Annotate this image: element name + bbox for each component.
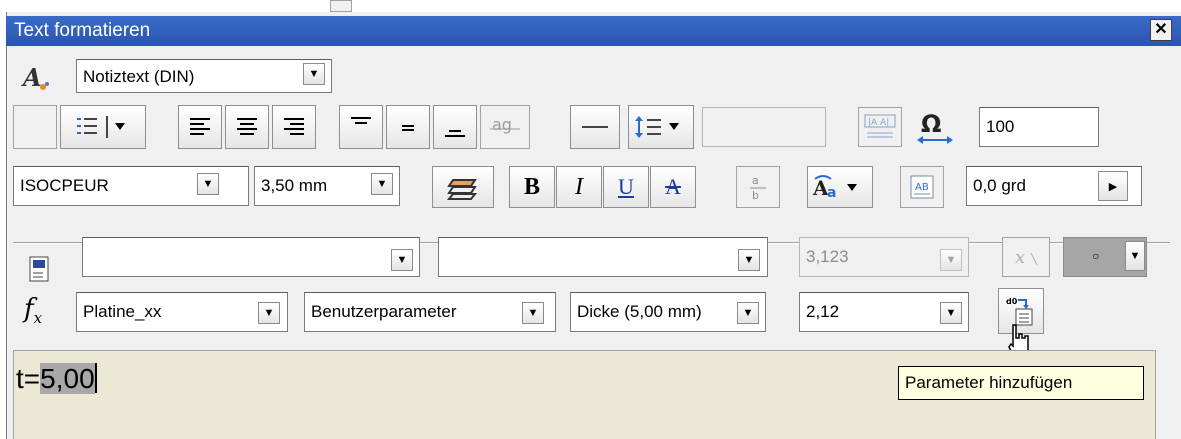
- chevron-down-icon[interactable]: ▼: [258, 302, 280, 324]
- svg-text:x: x: [1015, 247, 1025, 268]
- model-dropdown[interactable]: Platine_xx: [76, 292, 288, 332]
- svg-text:|A A|: |A A|: [868, 118, 889, 128]
- text-style-dropdown[interactable]: Notiztext (DIN): [76, 59, 332, 93]
- text-caret: [94, 363, 97, 393]
- valign-bottom-button[interactable]: [433, 105, 477, 149]
- line-button[interactable]: [570, 105, 620, 149]
- chevron-down-icon[interactable]: ▼: [371, 173, 393, 195]
- fraction-button: ab: [736, 166, 780, 208]
- italic-button[interactable]: I: [556, 166, 602, 208]
- valign-middle-button[interactable]: [386, 105, 430, 149]
- editor-selected-text: 5,00: [40, 363, 95, 394]
- chevron-down-icon[interactable]: ▼: [1125, 241, 1145, 271]
- chevron-down-icon[interactable]: ▼: [391, 249, 413, 271]
- baseline-button: ag: [480, 105, 530, 149]
- svg-text:A: A: [21, 63, 42, 92]
- tooltip: Parameter hinzufügen: [898, 366, 1144, 400]
- close-button[interactable]: ✕: [1150, 19, 1172, 41]
- chevron-down-icon[interactable]: ▼: [737, 302, 759, 324]
- svg-text:b: b: [752, 189, 759, 202]
- line-spacing-value-field: [702, 107, 826, 147]
- model-property-icon: [28, 256, 50, 282]
- align-left-button[interactable]: [178, 105, 222, 149]
- stack-button: |A A|: [858, 107, 902, 147]
- text-style-value: Notiztext (DIN): [83, 67, 195, 86]
- text-style-icon: A: [20, 62, 52, 94]
- window-title: Text formatieren: [14, 20, 151, 41]
- model-value: Platine_xx: [83, 302, 162, 321]
- chevron-down-icon[interactable]: ▼: [197, 173, 219, 195]
- line-spacing-button[interactable]: [628, 105, 694, 149]
- svg-text:AB: AB: [915, 182, 929, 193]
- chevron-right-icon[interactable]: ▶: [1098, 171, 1128, 201]
- add-property-button: x: [1002, 237, 1050, 277]
- property-dropdown[interactable]: [438, 237, 768, 277]
- svg-text:ag: ag: [492, 115, 512, 134]
- title-bar: [6, 16, 1181, 46]
- underline-button[interactable]: U: [603, 166, 649, 208]
- width-scale-icon: Ω: [910, 110, 960, 146]
- valign-top-button[interactable]: [339, 105, 383, 149]
- parameter-type-value: Benutzerparameter: [311, 302, 457, 321]
- chevron-down-icon[interactable]: ▼: [940, 302, 962, 324]
- align-right-button[interactable]: [272, 105, 316, 149]
- insert-symbol-button[interactable]: AB: [900, 166, 944, 208]
- svg-text:Ω: Ω: [921, 110, 941, 138]
- case-button[interactable]: Aa: [807, 166, 873, 208]
- stacked-layers-button[interactable]: [432, 166, 494, 208]
- chevron-down-icon: ▼: [940, 249, 962, 271]
- blank-button[interactable]: [13, 105, 57, 149]
- component-dropdown[interactable]: [82, 237, 420, 277]
- degree-icon: ○: [1092, 249, 1100, 263]
- chevron-down-icon[interactable]: ▼: [522, 302, 544, 324]
- strikethrough-button[interactable]: A: [650, 166, 696, 208]
- svg-text:d0: d0: [1006, 297, 1018, 306]
- bold-button[interactable]: B: [509, 166, 555, 208]
- width-scale-input[interactable]: 100: [979, 107, 1099, 147]
- editor-text[interactable]: t=5,00: [16, 360, 97, 398]
- align-center-button[interactable]: [225, 105, 269, 149]
- parameter-value: Dicke (5,00 mm): [577, 302, 702, 321]
- list-format-button[interactable]: [60, 105, 146, 149]
- svg-text:a: a: [752, 174, 759, 187]
- chevron-down-icon[interactable]: ▼: [303, 63, 325, 85]
- parameter-type-dropdown[interactable]: Benutzerparameter: [304, 292, 556, 332]
- editor-prefix: t=: [16, 363, 41, 394]
- function-icon: 𝑓𝑥: [24, 294, 43, 327]
- svg-text:a: a: [827, 185, 836, 201]
- chevron-down-icon[interactable]: ▼: [738, 249, 760, 271]
- width-scale-value: 100: [986, 117, 1015, 136]
- background-toolbar-button[interactable]: [330, 0, 352, 12]
